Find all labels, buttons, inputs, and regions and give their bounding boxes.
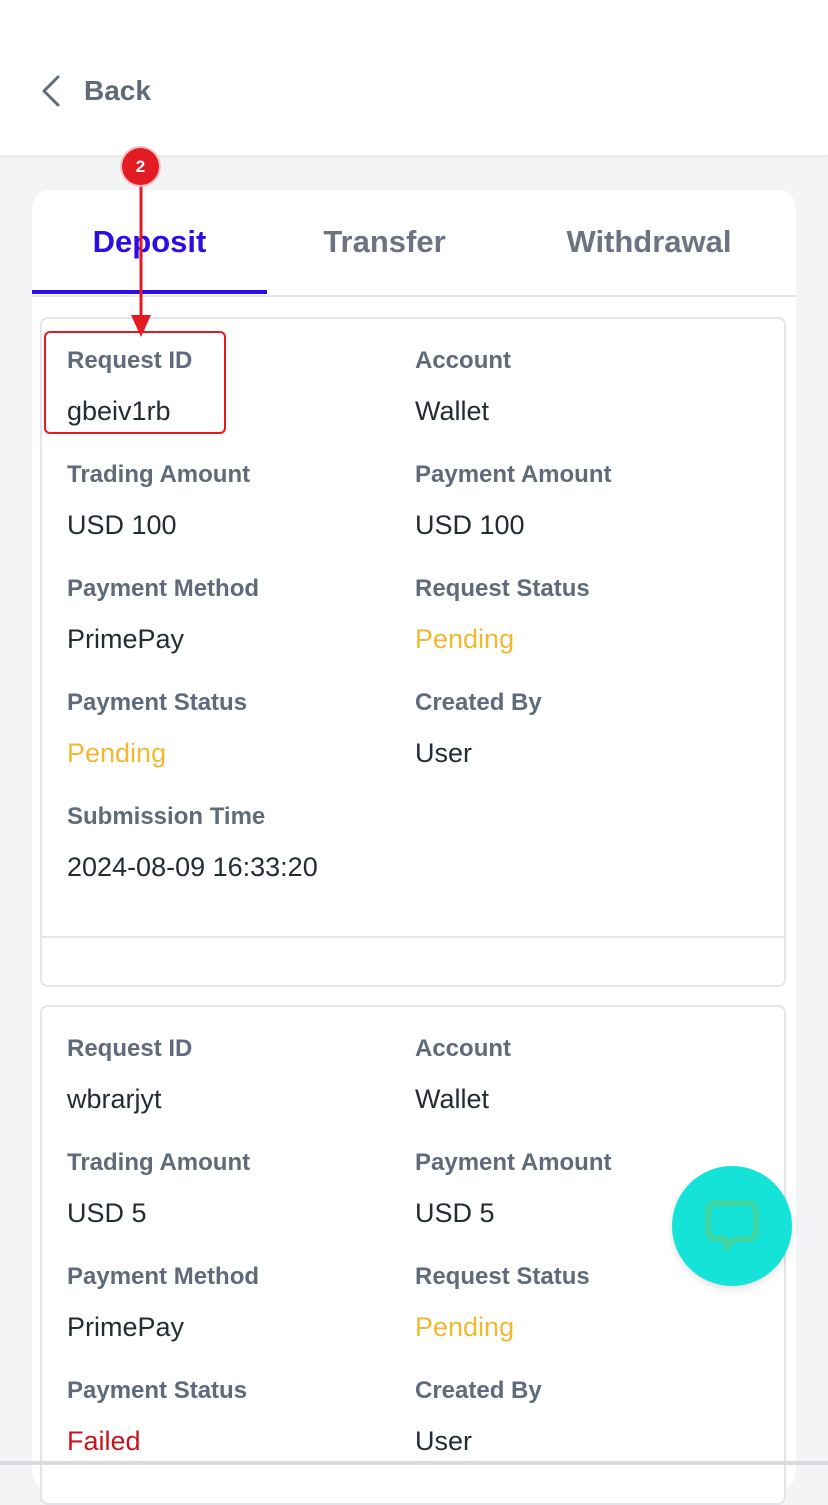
account-field: Account Wallet [415,1034,511,1116]
field-label: Request Status [415,575,590,602]
field-label: Payment Method [67,575,260,602]
payment-method-field: Payment Method PrimePay [67,574,259,656]
created-by-value: User [415,1426,473,1456]
annotation-highlight-box [44,331,226,434]
annotation-step-badge: 2 [122,148,159,185]
request-status-value: Pending [415,624,515,654]
request-status-value: Pending [415,1312,515,1342]
field-label: Payment Status [67,689,248,716]
payment-status-field: Payment Status Pending [67,688,247,770]
field-label: Request ID [67,1035,193,1062]
payment-method-value: PrimePay [67,624,185,654]
field-label: Payment Method [67,1263,260,1290]
created-by-value: User [415,738,473,768]
created-by-field: Created By User [415,1376,542,1458]
tab-transfer[interactable]: Transfer [267,190,502,293]
payment-amount-field: Payment Amount USD 100 [415,460,611,542]
payment-amount-value: USD 5 [415,1198,495,1228]
payment-status-field: Payment Status Failed [67,1376,247,1458]
field-label: Payment Amount [415,1149,612,1176]
payment-method-value: PrimePay [67,1312,185,1342]
chat-button[interactable] [672,1166,792,1286]
payment-status-value: Pending [67,738,167,768]
tab-withdrawal[interactable]: Withdrawal [502,190,796,293]
field-label: Payment Amount [415,461,612,488]
trading-amount-field: Trading Amount USD 5 [67,1148,250,1230]
field-label: Created By [415,689,542,716]
request-id-field: Request ID wbrarjyt [67,1034,192,1116]
submission-time-field: Submission Time 2024-08-09 16:33:20 [67,802,318,884]
annotation-arrow-icon [131,183,151,337]
created-by-field: Created By User [415,688,542,770]
trading-amount-value: USD 100 [67,510,177,540]
request-status-field: Request Status Pending [415,1262,590,1344]
field-label: Submission Time [67,803,266,830]
bottom-edge [0,1461,828,1465]
account-value: Wallet [415,396,490,426]
deposit-record: Request ID wbrarjyt Account Wallet Tradi… [40,1005,786,1505]
field-label: Account [415,1035,511,1062]
request-status-field: Request Status Pending [415,574,590,656]
submission-time-value: 2024-08-09 16:33:20 [67,852,318,882]
trading-amount-field: Trading Amount USD 100 [67,460,250,542]
top-bar: Back [0,0,828,155]
field-label: Trading Amount [67,1149,251,1176]
field-label: Request Status [415,1263,590,1290]
payment-status-value: Failed [67,1426,141,1456]
account-value: Wallet [415,1084,490,1114]
payment-amount-value: USD 100 [415,510,525,540]
chat-bubble-icon [705,1200,759,1251]
back-label: Back [84,75,151,106]
trading-amount-value: USD 5 [67,1198,147,1228]
chevron-left-icon [42,75,60,107]
request-id-value: wbrarjyt [67,1084,162,1114]
field-label: Payment Status [67,1377,248,1404]
field-label: Trading Amount [67,461,251,488]
account-field: Account Wallet [415,346,511,428]
field-label: Created By [415,1377,542,1404]
field-label: Account [415,347,511,374]
back-button[interactable]: Back [38,72,151,110]
record-divider [42,936,784,938]
payment-amount-field: Payment Amount USD 5 [415,1148,611,1230]
payment-method-field: Payment Method PrimePay [67,1262,259,1344]
